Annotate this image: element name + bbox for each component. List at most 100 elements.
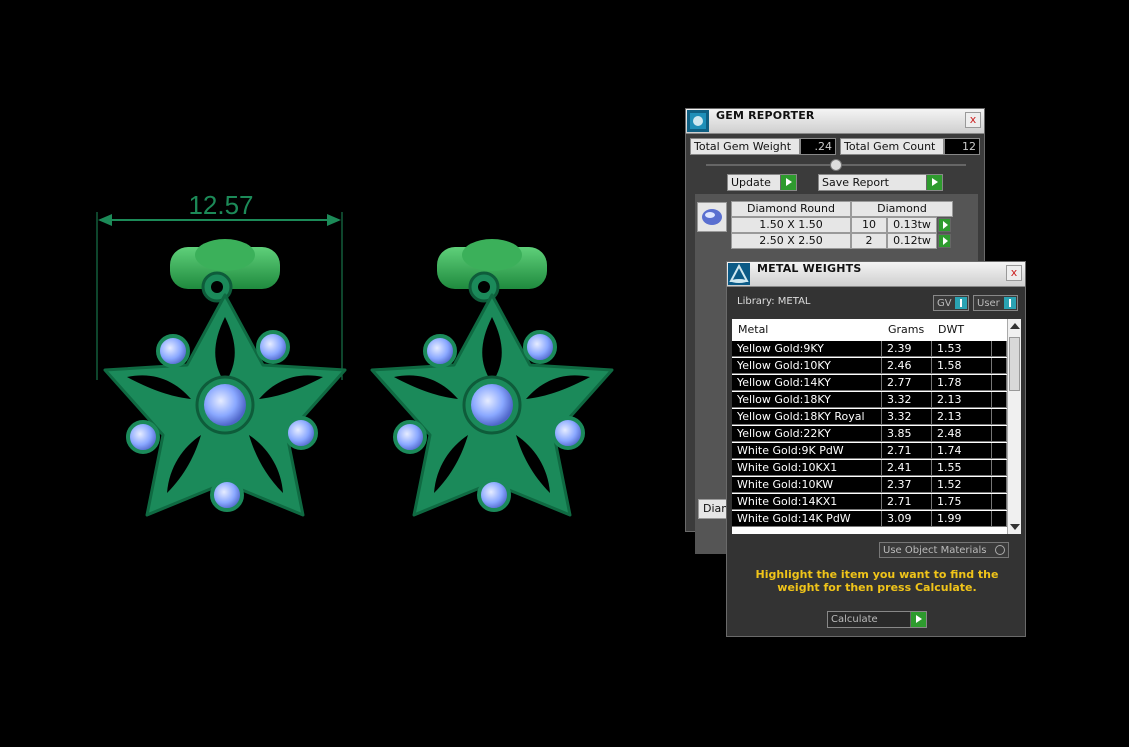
grams-cell: 2.71 [882,494,932,510]
grams-cell: 2.39 [882,341,932,357]
gv-toggle-label: GV [937,298,952,309]
scroll-down-icon[interactable] [1010,524,1020,530]
gem-row-count[interactable]: 2 [851,233,887,249]
total-gem-weight-label: Total Gem Weight [690,138,800,155]
update-button[interactable]: Update [727,174,797,191]
gem-row-select-arrow-icon[interactable] [938,218,951,232]
metal-weights-panel: METAL WEIGHTS x Library: METAL GV User M… [726,261,1026,637]
splitter-handle[interactable] [706,159,966,171]
dwt-cell: 1.99 [932,511,992,527]
row-spacer [992,511,1007,527]
grams-cell: 2.71 [882,443,932,459]
play-arrow-icon [926,175,942,190]
play-arrow-icon [780,175,796,190]
dwt-cell: 1.52 [932,477,992,493]
diamond-gem-icon [697,202,727,232]
dwt-cell: 1.78 [932,375,992,391]
row-spacer [992,477,1007,493]
metal-weights-table[interactable]: Metal Grams DWT Yellow Gold:9KY 2.39 1.53 Y… [732,319,1021,534]
dwt-cell: 2.48 [932,426,992,442]
dimension-value: 12.57 [188,190,253,220]
update-button-label: Update [731,176,771,189]
metal-name-cell: Yellow Gold:18KY [732,392,882,408]
row-spacer [992,494,1007,510]
metal-table-row[interactable]: White Gold:10KW 2.37 1.52 [732,477,1007,494]
library-label: Library: METAL [737,296,811,307]
earring-model-render: 12.57 [96,190,614,517]
gem-shape-header: Diamond Round [731,201,851,217]
metal-name-cell: Yellow Gold:18KY Royal [732,409,882,425]
metal-weights-titlebar[interactable]: METAL WEIGHTS x [727,262,1025,287]
bottom-diamond-tab[interactable]: Diam [698,499,732,519]
grams-cell: 2.41 [882,460,932,476]
metal-table-row[interactable]: White Gold:10KX1 2.41 1.55 [732,460,1007,477]
row-spacer [992,341,1007,357]
metal-weights-close-button[interactable]: x [1006,265,1022,281]
dwt-cell: 1.55 [932,460,992,476]
dwt-cell: 2.13 [932,409,992,425]
toggle-knob-icon [955,297,967,309]
grams-column-header: Grams [888,323,925,336]
metal-table-row[interactable]: Yellow Gold:9KY 2.39 1.53 [732,341,1007,358]
right-earring[interactable] [370,237,614,517]
gem-reporter-title: GEM REPORTER [716,109,815,122]
gem-row-size[interactable]: 2.50 X 2.50 [731,233,851,249]
left-earring[interactable] [103,237,347,517]
row-spacer [992,443,1007,459]
total-gem-weight-value: .24 [800,138,836,155]
3d-viewport[interactable]: 12.57 [0,0,680,747]
metal-name-cell: Yellow Gold:9KY [732,341,882,357]
grams-cell: 3.09 [882,511,932,527]
metal-table-row[interactable]: Yellow Gold:10KY 2.46 1.58 [732,358,1007,375]
gem-material-header: Diamond [851,201,953,217]
metal-table-row[interactable]: White Gold:9K PdW 2.71 1.74 [732,443,1007,460]
user-toggle[interactable]: User [973,295,1018,311]
gem-row-size[interactable]: 1.50 X 1.50 [731,217,851,233]
play-arrow-icon [910,612,926,627]
metal-column-header: Metal [738,323,769,336]
scroll-up-icon[interactable] [1010,323,1020,329]
metal-name-cell: White Gold:9K PdW [732,443,882,459]
row-spacer [992,426,1007,442]
gem-row-count[interactable]: 10 [851,217,887,233]
dwt-cell: 1.75 [932,494,992,510]
metal-name-cell: White Gold:10KX1 [732,460,882,476]
metal-name-cell: Yellow Gold:10KY [732,358,882,374]
metal-table-row[interactable]: White Gold:14K PdW 3.09 1.99 [732,511,1007,528]
gem-row-weight[interactable]: 0.12tw [887,233,937,249]
metal-name-cell: White Gold:10KW [732,477,882,493]
save-report-button-label: Save Report [822,176,889,189]
metal-table-row[interactable]: Yellow Gold:18KY Royal 3.32 2.13 [732,409,1007,426]
save-report-button[interactable]: Save Report [818,174,943,191]
gv-toggle[interactable]: GV [933,295,969,311]
dwt-cell: 2.13 [932,392,992,408]
metal-table-row[interactable]: Yellow Gold:18KY 3.32 2.13 [732,392,1007,409]
dwt-cell: 1.58 [932,358,992,374]
dwt-cell: 1.74 [932,443,992,459]
calculate-button-label: Calculate [831,614,878,625]
grams-cell: 3.85 [882,426,932,442]
dwt-column-header: DWT [938,323,965,336]
gem-row-select-arrow-icon[interactable] [938,234,951,248]
metal-table-row[interactable]: Yellow Gold:14KY 2.77 1.78 [732,375,1007,392]
gem-row-weight[interactable]: 0.13tw [887,217,937,233]
scroll-thumb[interactable] [1009,337,1020,391]
user-toggle-label: User [977,298,1000,309]
grams-cell: 2.46 [882,358,932,374]
metal-table-header: Metal Grams DWT [732,319,1007,341]
radio-icon [995,545,1005,555]
metal-table-row[interactable]: Yellow Gold:22KY 3.85 2.48 [732,426,1007,443]
metal-table-scrollbar[interactable] [1007,319,1021,534]
metal-weights-title: METAL WEIGHTS [757,262,862,275]
row-spacer [992,375,1007,391]
gem-reporter-close-button[interactable]: x [965,112,981,128]
use-object-materials-toggle[interactable]: Use Object Materials [879,542,1009,558]
grams-cell: 3.32 [882,409,932,425]
gem-reporter-titlebar[interactable]: GEM REPORTER x [686,109,984,134]
metal-table-row[interactable]: White Gold:14KX1 2.71 1.75 [732,494,1007,511]
row-spacer [992,460,1007,476]
row-spacer [992,358,1007,374]
grams-cell: 2.77 [882,375,932,391]
calculate-button[interactable]: Calculate [827,611,927,628]
metal-name-cell: Yellow Gold:22KY [732,426,882,442]
